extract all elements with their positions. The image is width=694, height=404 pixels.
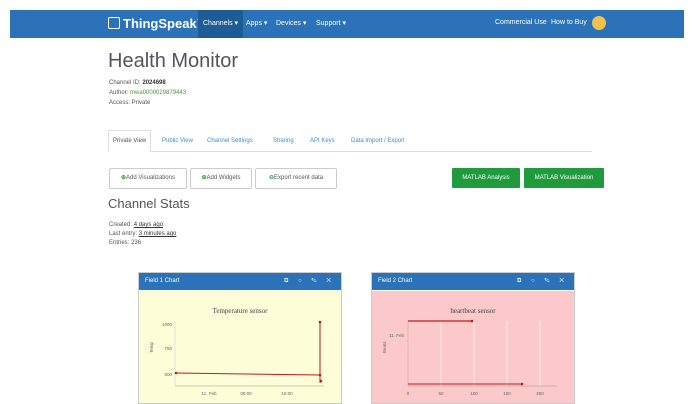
channel-tabs: Private View Public View Channel Setting… — [108, 130, 592, 152]
tab-data-import-export[interactable]: Data Import / Export — [351, 131, 405, 151]
nav-support[interactable]: Support ▾ — [316, 19, 346, 27]
field2-point — [520, 382, 524, 386]
field2-point — [470, 319, 474, 323]
field2-ylabel: Beats — [382, 341, 387, 353]
matlab-visualization-button[interactable]: MATLAB Visualization — [524, 168, 604, 188]
field2-ytick: 11. Feb — [389, 333, 404, 338]
field1-series-line — [174, 372, 321, 376]
field1-ylabel: Temp — [149, 341, 154, 353]
field1-point — [174, 371, 178, 375]
field1-point — [319, 379, 323, 383]
tab-private-view[interactable]: Private View — [108, 130, 152, 152]
tab-api-keys[interactable]: API Keys — [310, 131, 335, 151]
field2-chart-header: Field 2 Chart ⧉ ○ ✎ ✕ — [372, 273, 574, 290]
field1-point — [318, 373, 322, 377]
matlab-analysis-button[interactable]: MATLAB Analysis — [452, 168, 520, 188]
nav-devices[interactable]: Devices ▾ — [276, 19, 306, 27]
channel-author: Author: mwa0000029879443 — [109, 90, 187, 96]
export-recent-data-button[interactable]: ⊖Export recent data — [255, 168, 337, 189]
tab-sharing[interactable]: Sharing — [273, 131, 294, 151]
thingspeak-logo[interactable]: ThingSpeak™ — [108, 16, 210, 31]
nav-commercial-use[interactable]: Commercial Use — [495, 19, 547, 26]
logo-icon — [108, 17, 120, 29]
top-navbar: ThingSpeak™ Channels ▾ Apps ▾ Devices ▾ … — [10, 10, 684, 38]
tab-public-view[interactable]: Public View — [162, 131, 193, 151]
nav-how-to-buy[interactable]: How to Buy — [551, 19, 587, 26]
logo-text: ThingSpeak™ — [123, 16, 210, 31]
field1-ytick: 1000 — [162, 322, 173, 327]
field1-chart-header: Field 1 Chart ⧉ ○ ✎ ✕ — [139, 273, 341, 290]
channel-access: Access: Private — [109, 100, 151, 106]
field2-chart-body: heartbeat sensor 11. Feb Beats 0 50 100 … — [372, 291, 574, 403]
channel-id: Channel ID: 2024698 — [109, 80, 166, 86]
field2-chart-title: heartbeat sensor — [450, 307, 496, 315]
stat-created: Created: 4 days ago — [109, 222, 164, 228]
stat-last-entry: Last entry: 3 minutes ago — [109, 231, 177, 237]
field2-chart: Field 2 Chart ⧉ ○ ✎ ✕ heartbeat sensor 11… — [371, 272, 575, 404]
chart-controls[interactable]: ⧉ ○ ✎ ✕ — [284, 273, 335, 290]
stat-entries: Entries: 236 — [109, 240, 142, 246]
field1-chart: Field 1 Chart ⧉ ○ ✎ ✕ Temperature sensor … — [138, 272, 342, 404]
chart-controls[interactable]: ⧉ ○ ✎ ✕ — [517, 273, 568, 290]
field1-chart-body: Temperature sensor 1000 750 500 Temp 11.… — [139, 291, 341, 403]
tab-channel-settings[interactable]: Channel Settings — [207, 131, 253, 151]
page-title: Health Monitor — [108, 50, 239, 72]
field1-chart-title: Temperature sensor — [213, 307, 269, 315]
field1-ytick: 750 — [164, 346, 172, 351]
field1-ytick: 500 — [164, 372, 172, 377]
nav-apps[interactable]: Apps ▾ — [246, 19, 267, 27]
channel-stats-title: Channel Stats — [108, 196, 190, 211]
user-avatar[interactable] — [592, 16, 606, 30]
field1-point — [318, 320, 322, 324]
add-visualizations-button[interactable]: ⊕Add Visualizations — [109, 168, 187, 189]
add-widgets-button[interactable]: ⊕Add Widgets — [190, 168, 252, 189]
nav-channels[interactable]: Channels ▾ — [198, 10, 244, 38]
